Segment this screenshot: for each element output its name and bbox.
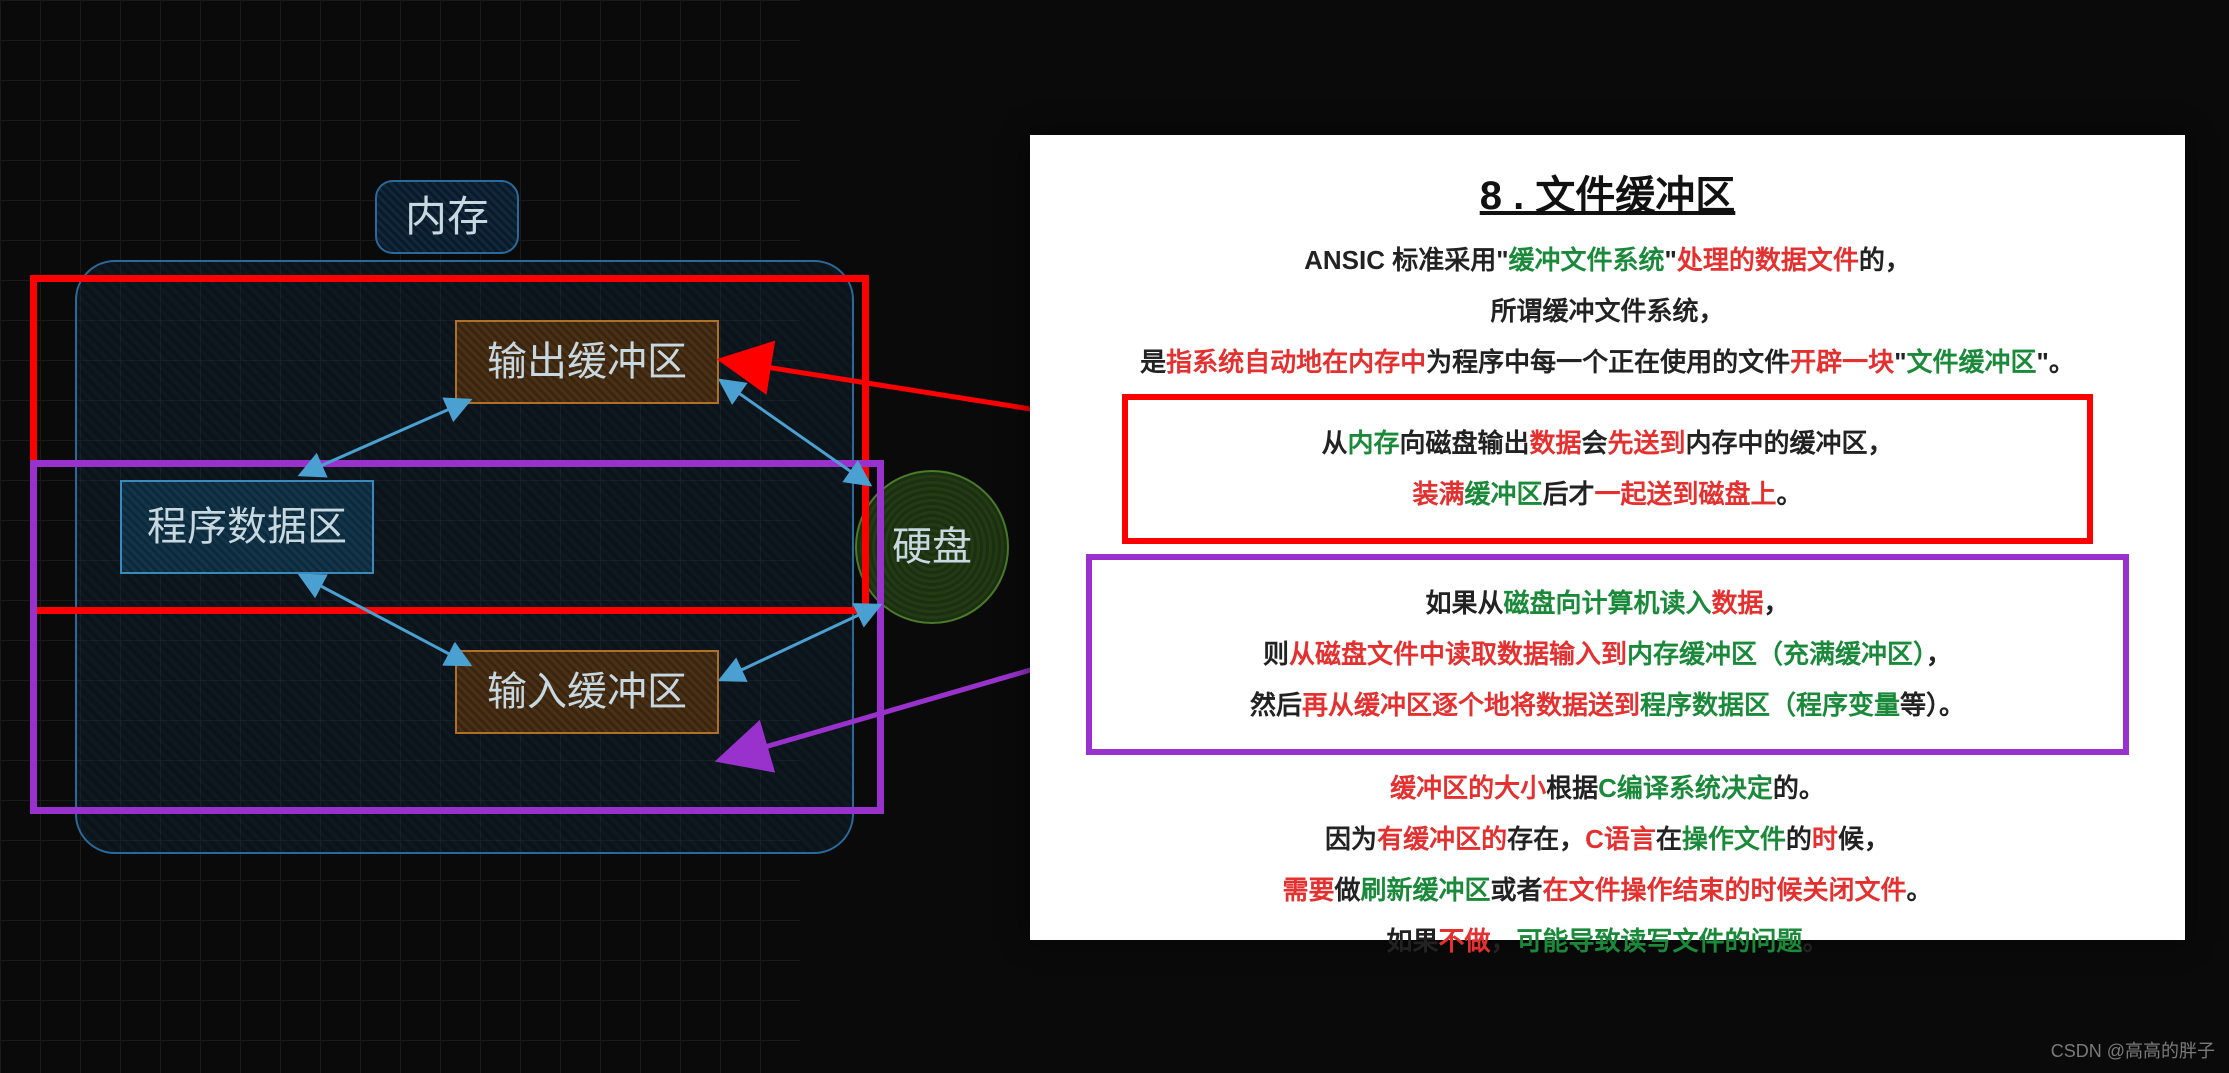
text: 的 bbox=[1786, 824, 1812, 854]
text: 的。 bbox=[1773, 773, 1825, 803]
purple-box-line-3: 然后再从缓冲区逐个地将数据送到程序数据区（程序变量等）。 bbox=[1098, 686, 2117, 725]
panel-line-2: 所谓缓冲文件系统， bbox=[1056, 292, 2159, 331]
panel-line-6: 需要做刷新缓冲区或者在文件操作结束的时候关闭文件。 bbox=[1056, 871, 2159, 910]
panel-line-4: 缓冲区的大小根据C编译系统决定的。 bbox=[1056, 769, 2159, 808]
text: 然后 bbox=[1250, 690, 1302, 720]
text: 不做 bbox=[1438, 926, 1490, 956]
text: 先送到 bbox=[1608, 428, 1686, 458]
text: 从磁盘文件中读取数据输入到 bbox=[1289, 639, 1627, 669]
text: 刷新缓冲区 bbox=[1360, 875, 1490, 905]
text: 候， bbox=[1838, 824, 1890, 854]
text: 的， bbox=[1859, 245, 1911, 275]
text: 根据 bbox=[1546, 773, 1598, 803]
text: ANSIC 标准采用" bbox=[1304, 245, 1508, 275]
text: 装满 bbox=[1412, 479, 1464, 509]
text: 内存缓冲区（充满缓冲区） bbox=[1627, 639, 1926, 669]
red-box-line-1: 从内存向磁盘输出数据会先送到内存中的缓冲区， bbox=[1134, 424, 2081, 463]
output-description-box: 从内存向磁盘输出数据会先送到内存中的缓冲区， 装满缓冲区后才一起送到磁盘上。 bbox=[1122, 394, 2093, 544]
text: C编译系统决定 bbox=[1598, 773, 1773, 803]
text: 后才 bbox=[1542, 479, 1594, 509]
text: 内存 bbox=[1347, 428, 1399, 458]
text: " bbox=[1894, 347, 1906, 377]
text: 内存中的缓冲区， bbox=[1686, 428, 1894, 458]
text: 时 bbox=[1812, 824, 1838, 854]
text: 一起送到磁盘上 bbox=[1595, 479, 1777, 509]
panel-line-1: ANSIC 标准采用"缓冲文件系统"处理的数据文件的， bbox=[1056, 241, 2159, 280]
text: C语言 bbox=[1585, 824, 1656, 854]
text: 在 bbox=[1656, 824, 1682, 854]
purple-box-line-2: 则从磁盘文件中读取数据输入到内存缓冲区（充满缓冲区）， bbox=[1098, 635, 2117, 674]
text: 指系统自动地在内存中 bbox=[1166, 347, 1426, 377]
panel-line-5: 因为有缓冲区的存在，C语言在操作文件的时候， bbox=[1056, 820, 2159, 859]
text: 缓冲区 bbox=[1464, 479, 1542, 509]
text: 可能导致读写文件的问题 bbox=[1517, 926, 1803, 956]
text: 。 bbox=[1907, 875, 1933, 905]
text: 在文件操作结束的时候关闭文件 bbox=[1543, 875, 1907, 905]
text: 缓冲区的大小 bbox=[1390, 773, 1546, 803]
text: 文件缓冲区 bbox=[1907, 347, 2037, 377]
memory-label: 内存 bbox=[375, 180, 519, 254]
text: 再从缓冲区逐个地将数据送到 bbox=[1302, 690, 1640, 720]
text: 为程序中每一个正在使用的文件 bbox=[1426, 347, 1790, 377]
text: 如果从 bbox=[1425, 588, 1503, 618]
text: 则 bbox=[1263, 639, 1289, 669]
text: 需要 bbox=[1282, 875, 1334, 905]
text: 是 bbox=[1140, 347, 1166, 377]
panel-line-7: 如果不做，可能导致读写文件的问题。 bbox=[1056, 922, 2159, 961]
text: ， bbox=[1926, 639, 1952, 669]
panel-title: 8 . 文件缓冲区 bbox=[1056, 163, 2159, 221]
text: 做 bbox=[1334, 875, 1360, 905]
text: 如果 bbox=[1386, 926, 1438, 956]
purple-box-line-1: 如果从磁盘向计算机读入数据， bbox=[1098, 584, 2117, 623]
text: 操作文件 bbox=[1682, 824, 1786, 854]
text: 。 bbox=[1777, 479, 1803, 509]
text: 缓冲文件系统 bbox=[1509, 245, 1665, 275]
text: 从 bbox=[1321, 428, 1347, 458]
text: 向磁盘输出 bbox=[1399, 428, 1529, 458]
text: ， bbox=[1764, 588, 1790, 618]
text: 数据 bbox=[1529, 428, 1581, 458]
text: "。 bbox=[2037, 347, 2075, 377]
text: 因为 bbox=[1325, 824, 1377, 854]
text: 或者 bbox=[1491, 875, 1543, 905]
text: 有缓冲区的 bbox=[1377, 824, 1507, 854]
explanation-panel: 8 . 文件缓冲区 ANSIC 标准采用"缓冲文件系统"处理的数据文件的， 所谓… bbox=[1030, 135, 2185, 940]
text: " bbox=[1665, 245, 1677, 275]
watermark: CSDN @高高的胖子 bbox=[2051, 1037, 2215, 1063]
text: 磁盘向计算机读入 bbox=[1503, 588, 1711, 618]
highlight-input-path bbox=[30, 460, 884, 814]
text: 程序数据区（程序变量 bbox=[1640, 690, 1900, 720]
text: 数据 bbox=[1712, 588, 1764, 618]
panel-line-3: 是指系统自动地在内存中为程序中每一个正在使用的文件开辟一块"文件缓冲区"。 bbox=[1056, 343, 2159, 382]
text: ， bbox=[1490, 926, 1516, 956]
text: 。 bbox=[1803, 926, 1829, 956]
input-description-box: 如果从磁盘向计算机读入数据， 则从磁盘文件中读取数据输入到内存缓冲区（充满缓冲区… bbox=[1086, 554, 2129, 755]
text: 等）。 bbox=[1900, 690, 1965, 720]
text: 处理的数据文件 bbox=[1677, 245, 1859, 275]
text: 会 bbox=[1582, 428, 1608, 458]
red-box-line-2: 装满缓冲区后才一起送到磁盘上。 bbox=[1134, 475, 2081, 514]
text: 开辟一块 bbox=[1790, 347, 1894, 377]
text: 存在， bbox=[1507, 824, 1585, 854]
